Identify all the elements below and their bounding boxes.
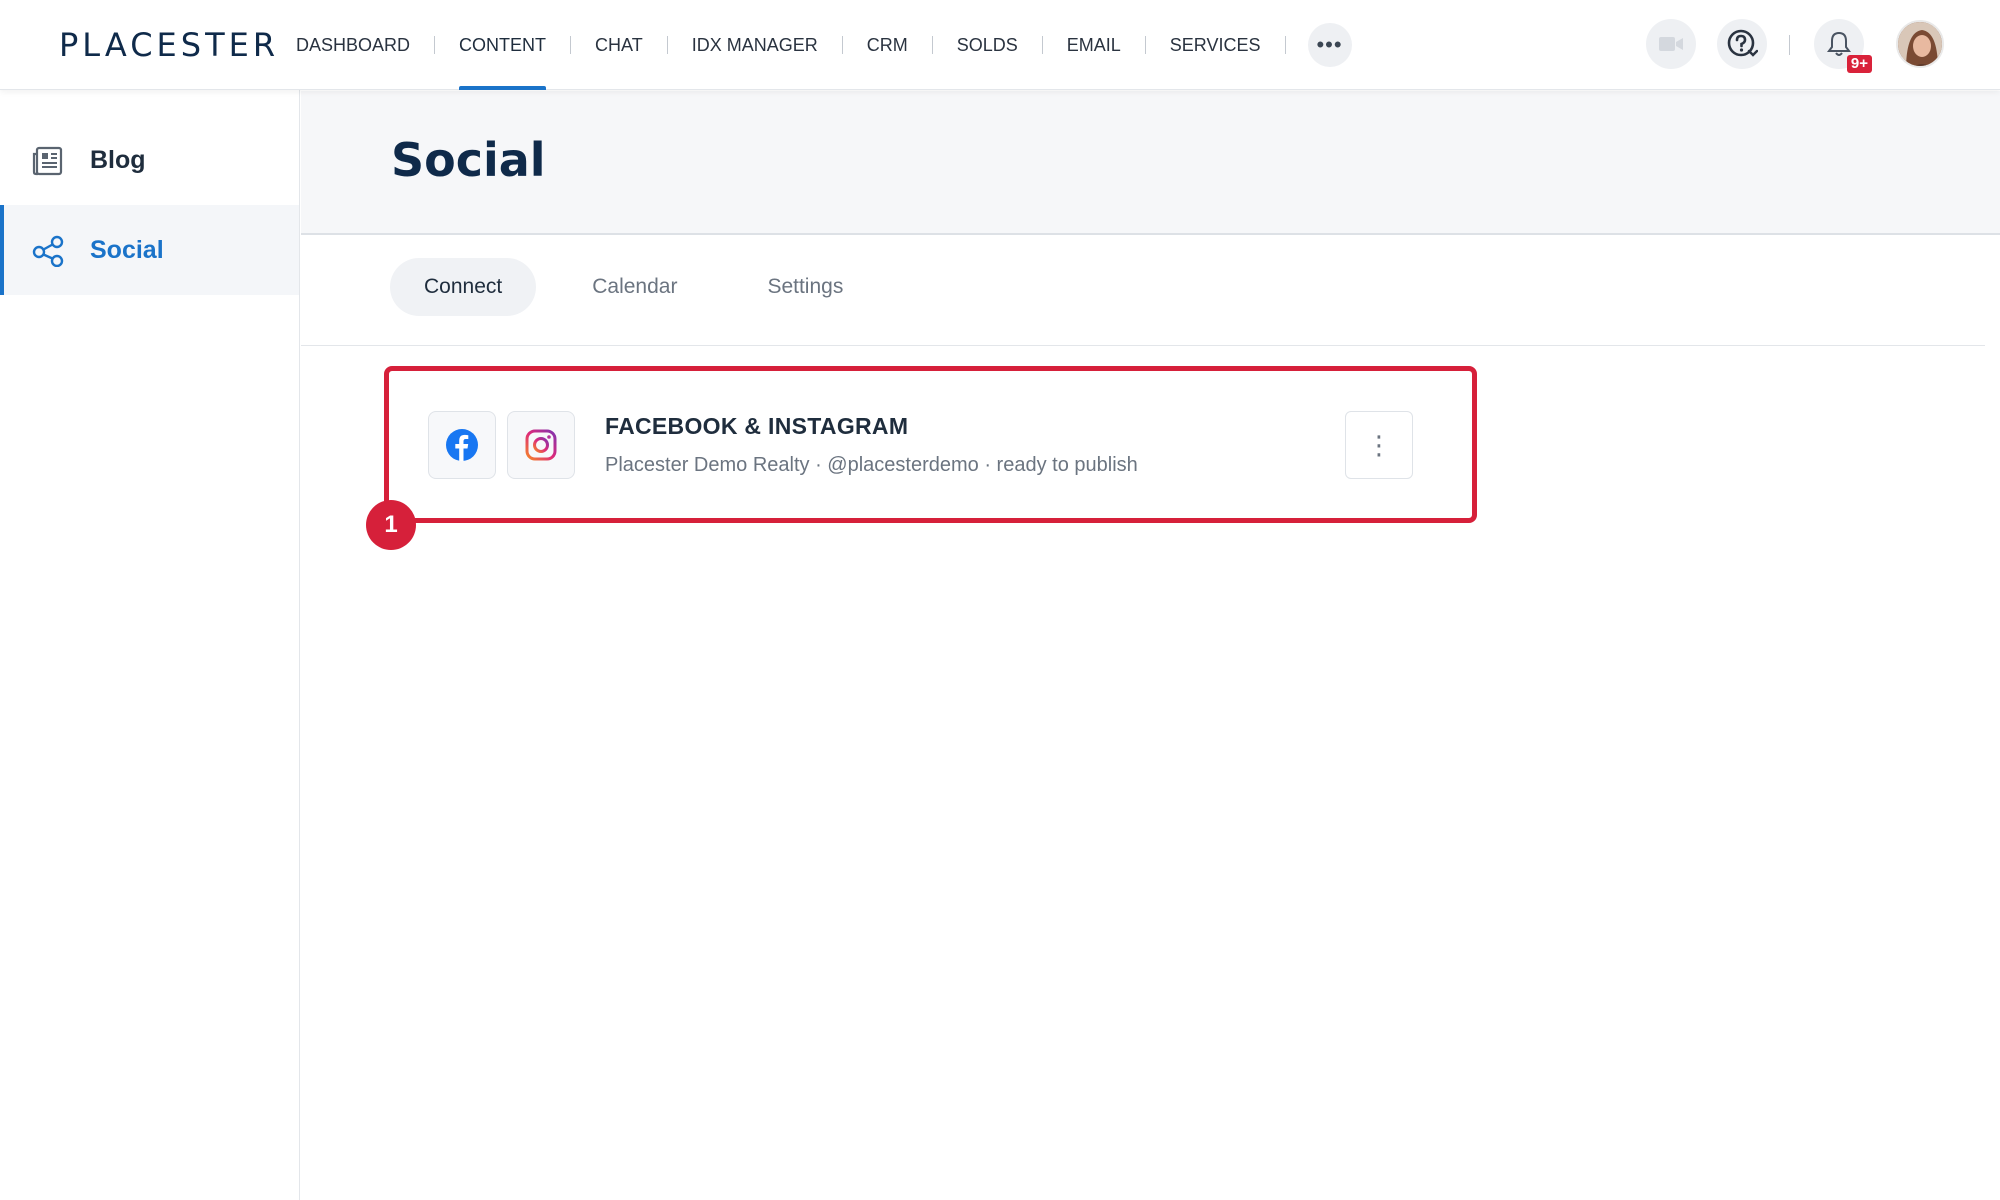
main-nav: DASHBOARD CONTENT CHAT IDX MANAGER CRM S… xyxy=(272,0,1352,90)
sidebar-item-social[interactable]: Social xyxy=(0,205,299,295)
nav-solds[interactable]: SOLDS xyxy=(933,0,1042,90)
tab-calendar[interactable]: Calendar xyxy=(558,258,711,316)
nav-content[interactable]: CONTENT xyxy=(435,0,570,90)
newspaper-icon xyxy=(32,146,63,176)
nav-idx-manager[interactable]: IDX MANAGER xyxy=(668,0,842,90)
nav-chat[interactable]: CHAT xyxy=(571,0,667,90)
nav-email[interactable]: EMAIL xyxy=(1043,0,1145,90)
placester-logo[interactable]: PLACESTER xyxy=(59,26,279,64)
notifications-button[interactable]: 9+ xyxy=(1814,19,1872,73)
avatar[interactable] xyxy=(1896,20,1944,68)
page-title: Social xyxy=(391,133,546,187)
notification-count-badge: 9+ xyxy=(1846,55,1872,73)
tabs-divider xyxy=(301,345,1985,346)
help-icon xyxy=(1727,29,1758,57)
user-photo xyxy=(1898,22,1942,66)
share-icon xyxy=(32,235,64,267)
video-icon xyxy=(1659,37,1683,51)
content-sidebar: Blog Social xyxy=(0,90,300,1200)
tab-connect[interactable]: Connect xyxy=(390,258,537,316)
page-header: Social xyxy=(301,91,2000,235)
sidebar-item-label: Blog xyxy=(90,145,146,174)
video-button[interactable] xyxy=(1646,19,1696,69)
nav-separator xyxy=(1284,36,1286,54)
top-divider xyxy=(1789,35,1790,55)
tab-settings[interactable]: Settings xyxy=(733,258,877,316)
nav-dashboard[interactable]: DASHBOARD xyxy=(272,0,434,90)
nav-crm[interactable]: CRM xyxy=(843,0,932,90)
annotation-step-badge: 1 xyxy=(366,500,416,550)
top-navigation-bar: PLACESTER DASHBOARD CONTENT CHAT IDX MAN… xyxy=(0,0,2000,90)
nav-more-button[interactable]: ••• xyxy=(1307,23,1352,67)
annotation-highlight-box xyxy=(384,366,1477,523)
nav-services[interactable]: SERVICES xyxy=(1146,0,1285,90)
sidebar-item-blog[interactable]: Blog xyxy=(0,115,299,205)
bell-icon xyxy=(1827,31,1851,56)
help-button[interactable] xyxy=(1717,19,1767,69)
social-tabs: Connect Calendar Settings xyxy=(390,258,899,316)
more-dots-icon: ••• xyxy=(1316,32,1343,57)
sidebar-item-label: Social xyxy=(90,235,164,264)
